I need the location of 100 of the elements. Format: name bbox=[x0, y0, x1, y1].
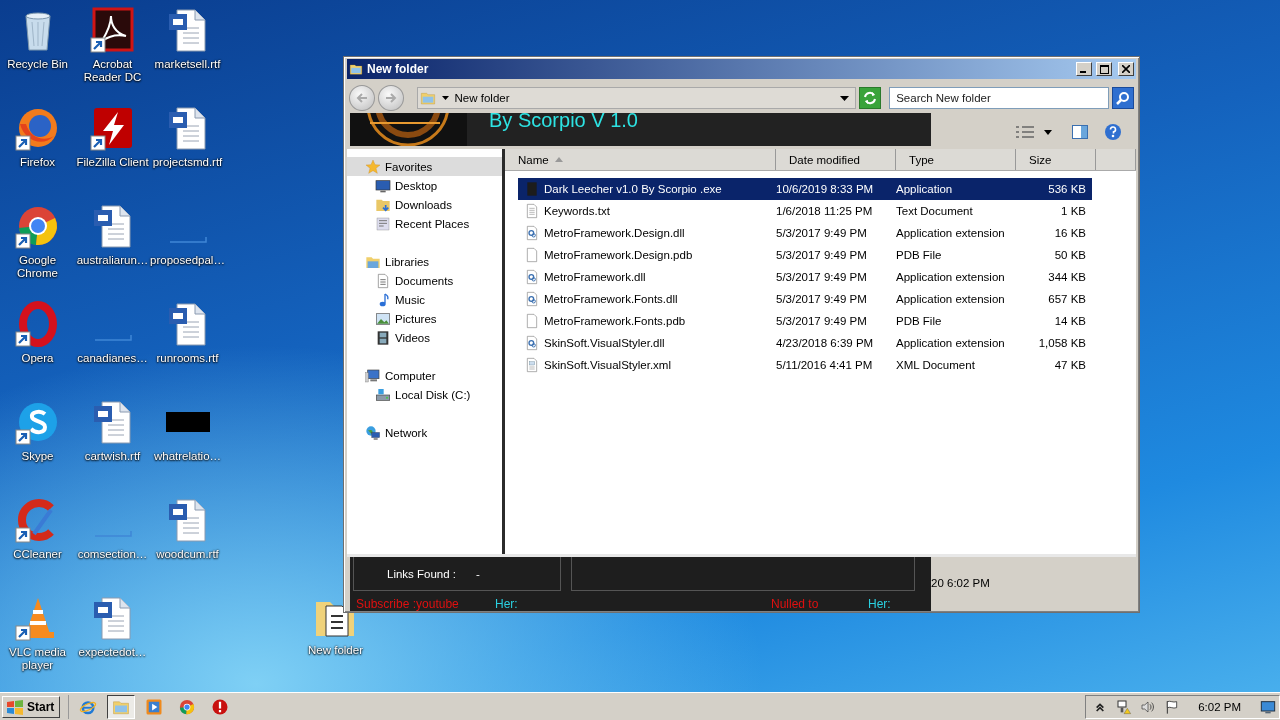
icon-label: Firefox bbox=[18, 156, 57, 169]
size-cell-text: 344 KB bbox=[1047, 271, 1086, 283]
type-cell-text: Application extension bbox=[896, 271, 1006, 283]
list-view-icon bbox=[1016, 125, 1034, 139]
file-name: SkinSoft.VisualStyler.xml bbox=[544, 359, 671, 371]
monitor-icon[interactable] bbox=[1259, 698, 1277, 715]
column-header[interactable]: Date modified bbox=[776, 149, 896, 170]
size-cell-text: 50 KB bbox=[1053, 249, 1086, 261]
search-button[interactable] bbox=[1112, 87, 1134, 109]
icon-label: comsection… bbox=[76, 548, 149, 561]
type-cell-text: Application bbox=[896, 183, 954, 195]
column-header[interactable]: Size bbox=[1016, 149, 1096, 170]
picture-icon bbox=[375, 310, 391, 327]
nav-item[interactable]: Documents bbox=[347, 271, 503, 290]
icon-label: projectsmd.rtf bbox=[151, 156, 224, 169]
icon-label: cartwish.rtf bbox=[83, 450, 142, 463]
close-button[interactable] bbox=[1118, 62, 1134, 76]
gear-file-icon bbox=[524, 269, 540, 285]
file-row[interactable]: Keywords.txt 1/6/2018 11:25 PM Text Document 1 KB bbox=[518, 200, 1092, 222]
refresh-button[interactable] bbox=[859, 87, 882, 109]
blank-file-icon bbox=[524, 247, 540, 263]
type-cell-text: Text Document bbox=[896, 205, 974, 217]
type-cell-text: XML Document bbox=[896, 359, 976, 371]
icon-label: woodcum.rtf bbox=[155, 548, 220, 561]
footer-text: Subscribe :youtube bbox=[356, 598, 459, 611]
column-header[interactable]: Type bbox=[896, 149, 1016, 170]
speaker-icon[interactable] bbox=[1140, 698, 1157, 715]
file-name: MetroFramework.dll bbox=[544, 271, 646, 283]
icon-label: Recycle Bin bbox=[6, 58, 69, 71]
nav-item[interactable]: Pictures bbox=[347, 309, 503, 328]
file-row[interactable]: Dark Leecher v1.0 By Scorpio .exe 10/6/2019 8:33 PM Application 536 KB bbox=[518, 178, 1092, 200]
file-row[interactable]: MetroFramework.dll 5/3/2017 9:49 PM Application extension 344 KB bbox=[518, 266, 1092, 288]
recent-places-icon bbox=[375, 215, 391, 232]
column-header[interactable]: Name bbox=[505, 149, 776, 170]
window-title: New folder bbox=[367, 62, 430, 76]
nav-item[interactable]: Downloads bbox=[347, 195, 503, 214]
file-row[interactable]: MetroFramework.Fonts.dll 5/3/2017 9:49 PM Application extension 657 KB bbox=[518, 288, 1092, 310]
date-cell-text: 5/11/2016 4:41 PM bbox=[776, 359, 874, 371]
dropdown-caret-icon bbox=[840, 95, 850, 101]
icon-label: Opera bbox=[20, 352, 55, 365]
file-row[interactable]: MetroFramework.Design.pdb 5/3/2017 9:49 PM PDB File 50 KB bbox=[518, 244, 1092, 266]
icon-label: whatrelatio… bbox=[152, 450, 223, 463]
help-button[interactable] bbox=[1104, 123, 1122, 141]
view-dropdown-button[interactable] bbox=[1044, 129, 1052, 135]
globe-icon bbox=[365, 424, 381, 441]
icon-label: marketsell.rtf bbox=[153, 58, 222, 71]
footer-link[interactable]: Her: bbox=[868, 598, 891, 611]
icon-label: New folder bbox=[307, 644, 364, 657]
disk-icon bbox=[375, 386, 391, 403]
icon-label: expectedot… bbox=[77, 646, 148, 659]
clock[interactable]: 6:02 PM bbox=[1198, 700, 1241, 713]
network-icon[interactable] bbox=[1116, 698, 1133, 715]
date-cell-text: 5/3/2017 9:49 PM bbox=[776, 271, 868, 283]
maximize-button[interactable] bbox=[1096, 62, 1112, 76]
preview-pane-button[interactable] bbox=[1072, 125, 1088, 139]
document-swirl-icon[interactable] bbox=[88, 6, 137, 54]
minimize-button[interactable] bbox=[1076, 62, 1092, 76]
nav-item[interactable]: Local Disk (C:) bbox=[347, 385, 503, 404]
status-text: 20 6:02 PM bbox=[931, 577, 990, 589]
file-row[interactable]: MetroFramework.Fonts.pdb 5/3/2017 9:49 PM PDB File 14 KB bbox=[518, 310, 1092, 332]
type-cell-text: PDB File bbox=[896, 315, 943, 327]
start-button[interactable]: Start bbox=[2, 695, 61, 718]
file-row[interactable]: SkinSoft.VisualStyler.xml 5/11/2016 4:41 PM XML Document 47 KB bbox=[518, 354, 1092, 376]
file-row[interactable]: SkinSoft.VisualStyler.dll 4/23/2018 6:39 PM Application extension 1,058 KB bbox=[518, 332, 1092, 354]
blank-file-icon bbox=[524, 313, 540, 329]
play-icon bbox=[145, 697, 164, 716]
nav-item[interactable]: Music bbox=[347, 290, 503, 309]
type-cell-text: PDB File bbox=[896, 249, 943, 261]
type-cell-text: Application extension bbox=[896, 227, 1006, 239]
round-logo-icon bbox=[178, 697, 197, 716]
nav-item[interactable]: Libraries bbox=[347, 252, 503, 271]
view-button[interactable] bbox=[1016, 125, 1034, 139]
file-name: MetroFramework.Design.dll bbox=[544, 227, 685, 239]
nav-item[interactable]: Recent Places bbox=[347, 214, 503, 233]
sort-arrow-icon bbox=[554, 157, 563, 162]
date-cell-text: 1/6/2018 11:25 PM bbox=[776, 205, 874, 217]
computer-icon bbox=[365, 367, 381, 384]
address-bar[interactable]: New folder bbox=[416, 87, 857, 109]
nav-item[interactable]: Favorites bbox=[347, 157, 503, 176]
nav-item[interactable]: Videos bbox=[347, 328, 503, 347]
nav-item[interactable]: Desktop bbox=[347, 176, 503, 195]
taskbar-button[interactable] bbox=[107, 694, 136, 719]
file-name: MetroFramework.Fonts.pdb bbox=[544, 315, 686, 327]
nav-item[interactable]: Network bbox=[347, 423, 503, 442]
caret-icon bbox=[1044, 129, 1052, 135]
date-cell-text: 5/3/2017 9:49 PM bbox=[776, 315, 868, 327]
close-icon bbox=[1122, 65, 1130, 73]
app-file-icon bbox=[524, 181, 540, 197]
nav-item[interactable]: Computer bbox=[347, 366, 503, 385]
icon-label: FileZilla Client bbox=[75, 156, 150, 169]
icon-label: Acrobat Reader DC bbox=[82, 58, 143, 84]
caret-icon bbox=[441, 96, 449, 100]
icon-label: Skype bbox=[20, 450, 55, 463]
file-row[interactable]: MetroFramework.Design.dll 5/3/2017 9:49 PM Application extension 16 KB bbox=[518, 222, 1092, 244]
file-name: SkinSoft.VisualStyler.dll bbox=[544, 337, 665, 349]
arrow-left-icon bbox=[355, 92, 368, 104]
refresh-icon bbox=[863, 91, 878, 105]
links-found-label: Links Found : bbox=[387, 567, 457, 580]
search-field[interactable]: Search New folder bbox=[889, 87, 1110, 109]
footer-link[interactable]: Her: bbox=[495, 598, 518, 611]
